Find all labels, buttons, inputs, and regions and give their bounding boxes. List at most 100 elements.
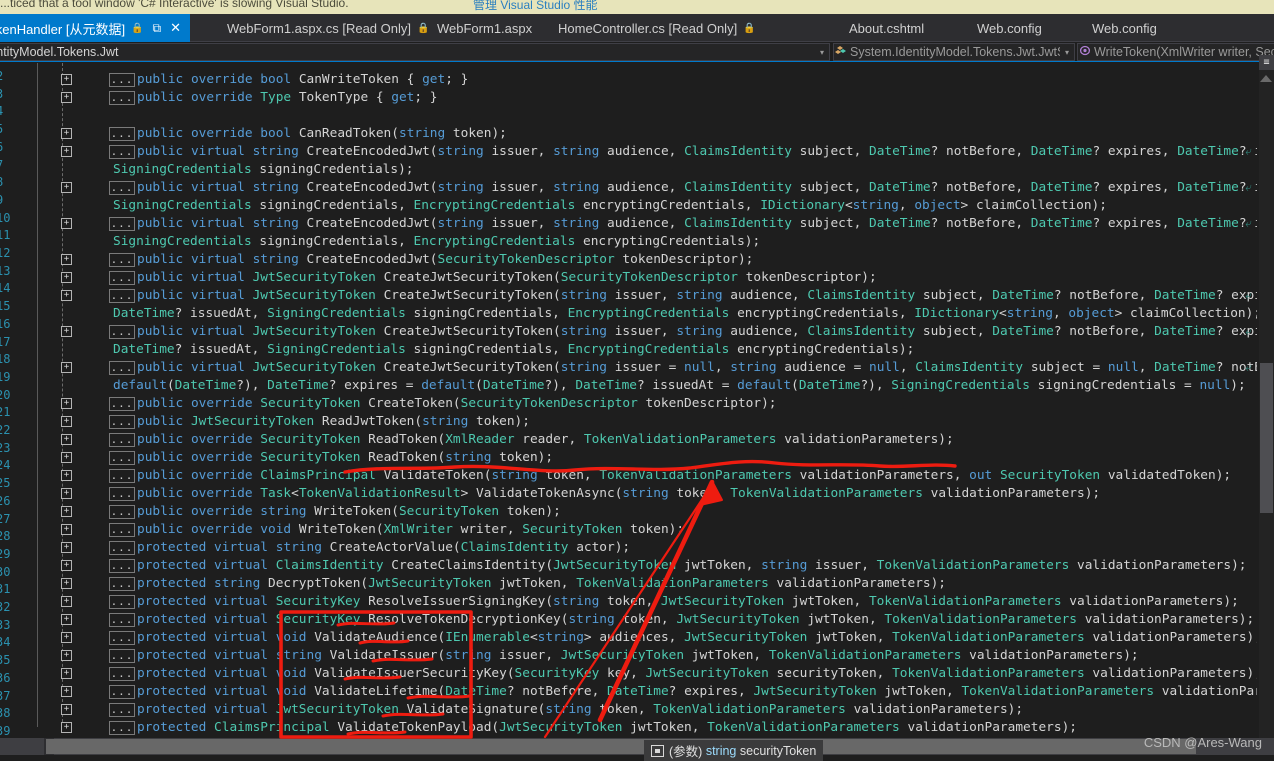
code-editor[interactable]: 2345678910111213141516171819202122232425… [0, 63, 1274, 738]
code-line[interactable]: protected virtual JwtSecurityToken Valid… [137, 701, 1023, 719]
manage-performance-link[interactable]: 管理 Visual Studio 性能 [473, 0, 598, 13]
code-token: string [422, 414, 477, 429]
code-token: JwtSecurityToken [252, 270, 384, 285]
scrollbar-thumb[interactable] [1260, 363, 1273, 513]
close-icon[interactable]: ✕ [170, 20, 181, 36]
collapsed-region-ellipsis[interactable]: ... [109, 469, 135, 483]
document-tab-1[interactable]: WebForm1.aspx.cs [Read Only] 🔒 [220, 14, 429, 42]
code-token: audience, [607, 216, 685, 231]
collapsed-region-ellipsis[interactable]: ... [109, 325, 135, 339]
code-line[interactable]: default(DateTime?), DateTime? expires = … [113, 377, 1246, 395]
collapsed-region-ellipsis[interactable]: ... [109, 181, 135, 195]
pin-icon[interactable]: ⧉ [153, 21, 162, 36]
code-line[interactable]: protected virtual void ValidateAudience(… [137, 629, 1262, 647]
collapsed-region-ellipsis[interactable]: ... [109, 559, 135, 573]
collapsed-region-ellipsis[interactable]: ... [109, 397, 135, 411]
code-line[interactable]: public override ClaimsPrincipal Validate… [137, 467, 1231, 485]
collapsed-region-ellipsis[interactable]: ... [109, 451, 135, 465]
collapsed-region-ellipsis[interactable]: ... [109, 613, 135, 627]
code-line[interactable]: protected ClaimsPrincipal ValidateTokenP… [137, 719, 1077, 737]
collapsed-region-ellipsis[interactable]: ... [109, 73, 135, 87]
code-line[interactable]: public override string WriteToken(Securi… [137, 503, 561, 521]
document-tab-0[interactable]: ityTokenHandler [从元数据] 🔒 ⧉ ✕ [0, 14, 190, 42]
code-line[interactable]: public override Type TokenType { get; } [137, 89, 438, 107]
code-line[interactable]: protected virtual string CreateActorValu… [137, 539, 630, 557]
collapsed-region-ellipsis[interactable]: ... [109, 685, 135, 699]
collapsed-region-ellipsis[interactable]: ... [109, 649, 135, 663]
code-line[interactable]: public virtual JwtSecurityToken CreateJw… [137, 323, 1274, 341]
code-line[interactable]: public virtual JwtSecurityToken CreateJw… [137, 287, 1274, 305]
scrollbar-options-icon[interactable]: ≡ [1259, 55, 1274, 70]
vertical-scrollbar[interactable]: ≡ [1257, 55, 1274, 738]
collapsed-region-ellipsis[interactable]: ... [109, 595, 135, 609]
type-dropdown[interactable]: System.IdentityModel.Tokens.Jwt.JwtSecur… [833, 43, 1075, 61]
collapsed-region-ellipsis[interactable]: ... [109, 541, 135, 555]
collapsed-region-ellipsis[interactable]: ... [109, 253, 135, 267]
chevron-down-icon[interactable]: ▾ [1060, 48, 1074, 57]
member-dropdown[interactable]: WriteToken(XmlWriter writer, SecurityTok… [1077, 43, 1274, 61]
collapsed-region-ellipsis[interactable]: ... [109, 91, 135, 105]
code-text[interactable]: public override bool CanWriteToken { get… [0, 63, 1274, 738]
document-tab-2[interactable]: WebForm1.aspx [430, 14, 550, 42]
document-tab-6[interactable]: Web.config [1085, 14, 1180, 42]
code-line[interactable]: public override SecurityToken ReadToken(… [137, 431, 954, 449]
code-line[interactable]: public virtual string CreateEncodedJwt(s… [137, 215, 1274, 233]
code-line[interactable]: public override bool CanWriteToken { get… [137, 71, 468, 89]
code-line[interactable]: public override SecurityToken CreateToke… [137, 395, 777, 413]
code-line[interactable]: SigningCredentials signingCredentials); [113, 161, 413, 179]
code-token: string [560, 288, 615, 303]
code-token: ); [1230, 378, 1246, 393]
document-tab-3[interactable]: HomeController.cs [Read Only] 🔒 [551, 14, 766, 42]
code-line[interactable]: protected virtual SecurityKey ResolveTok… [137, 611, 1254, 629]
code-line[interactable]: DateTime? issuedAt, SigningCredentials s… [113, 341, 914, 359]
collapsed-region-ellipsis[interactable]: ... [109, 523, 135, 537]
code-line[interactable]: protected virtual ClaimsIdentity CreateC… [137, 557, 1247, 575]
code-line[interactable]: protected virtual void ValidateIssuerSec… [137, 665, 1262, 683]
document-tab-5[interactable]: Web.config [970, 14, 1065, 42]
code-line[interactable]: public JwtSecurityToken ReadJwtToken(str… [137, 413, 530, 431]
code-line[interactable]: public virtual string CreateEncodedJwt(s… [137, 143, 1274, 161]
code-line[interactable]: SigningCredentials signingCredentials, E… [113, 233, 760, 251]
code-token: DecryptToken( [267, 576, 369, 591]
collapsed-region-ellipsis[interactable]: ... [109, 271, 135, 285]
code-token: ? issuedAt, [174, 342, 268, 357]
code-line[interactable]: SigningCredentials signingCredentials, E… [113, 197, 1107, 215]
code-line[interactable]: protected virtual void ValidateLifetime(… [137, 683, 1274, 701]
collapsed-region-ellipsis[interactable]: ... [109, 289, 135, 303]
lock-icon: 🔒 [417, 22, 430, 34]
hscrollbar-thumb[interactable] [46, 739, 1196, 754]
collapsed-region-ellipsis[interactable]: ... [109, 487, 135, 501]
collapsed-region-ellipsis[interactable]: ... [109, 577, 135, 591]
collapsed-region-ellipsis[interactable]: ... [109, 217, 135, 231]
collapsed-region-ellipsis[interactable]: ... [109, 361, 135, 375]
code-line[interactable]: protected string DecryptToken(JwtSecurit… [137, 575, 946, 593]
code-line[interactable]: public virtual string CreateEncodedJwt(s… [137, 179, 1274, 197]
horizontal-scrollbar[interactable] [0, 738, 1274, 755]
scroll-up-arrow-icon[interactable] [1260, 75, 1272, 82]
code-line[interactable]: public override Task<TokenValidationResu… [137, 485, 1100, 503]
code-line[interactable]: protected virtual SecurityKey ResolveIss… [137, 593, 1239, 611]
collapsed-region-ellipsis[interactable]: ... [109, 667, 135, 681]
code-line[interactable]: public virtual JwtSecurityToken CreateJw… [137, 269, 877, 287]
namespace-dropdown[interactable]: m.IdentityModel.Tokens.Jwt ▾ [0, 43, 830, 61]
code-token: public [137, 90, 191, 105]
collapsed-region-ellipsis[interactable]: ... [109, 505, 135, 519]
code-line[interactable]: protected virtual string ValidateIssuer(… [137, 647, 1139, 665]
collapsed-region-ellipsis[interactable]: ... [109, 631, 135, 645]
code-token: public [137, 504, 191, 519]
code-line[interactable]: public override bool CanReadToken(string… [137, 125, 507, 143]
collapsed-region-ellipsis[interactable]: ... [109, 415, 135, 429]
code-line[interactable]: DateTime? issuedAt, SigningCredentials s… [113, 305, 1261, 323]
collapsed-region-ellipsis[interactable]: ... [109, 721, 135, 735]
code-line[interactable]: public override SecurityToken ReadToken(… [137, 449, 553, 467]
document-tab-4[interactable]: About.cshtml [842, 14, 947, 42]
collapsed-region-ellipsis[interactable]: ... [109, 703, 135, 717]
collapsed-region-ellipsis[interactable]: ... [109, 433, 135, 447]
collapsed-region-ellipsis[interactable]: ... [109, 145, 135, 159]
chevron-down-icon[interactable]: ▾ [815, 48, 829, 57]
code-line[interactable]: public virtual string CreateEncodedJwt(S… [137, 251, 753, 269]
code-line[interactable]: public virtual JwtSecurityToken CreateJw… [137, 359, 1274, 377]
performance-notification-bar[interactable]: ...ticed that a tool window 'C# Interact… [0, 0, 1274, 14]
collapsed-region-ellipsis[interactable]: ... [109, 127, 135, 141]
code-line[interactable]: public override void WriteToken(XmlWrite… [137, 521, 684, 539]
